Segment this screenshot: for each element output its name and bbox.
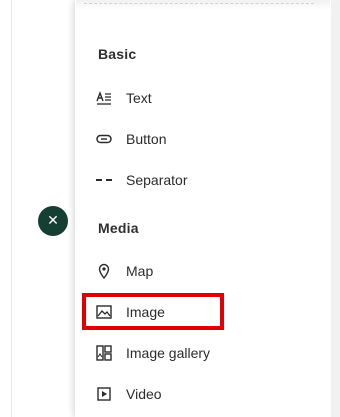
menu-item-label: Video bbox=[126, 386, 162, 402]
menu-item-separator[interactable]: Separator bbox=[96, 166, 316, 194]
image-gallery-icon bbox=[96, 345, 112, 361]
left-divider bbox=[11, 0, 12, 417]
scrollbar-track[interactable] bbox=[331, 0, 340, 417]
screenshot-stage: ✕ Basic Text Button Separator Media Map … bbox=[0, 0, 340, 417]
panel-top-edge bbox=[76, 0, 330, 10]
menu-item-label: Button bbox=[126, 131, 167, 147]
menu-item-label: Separator bbox=[126, 172, 188, 188]
menu-item-video[interactable]: Video bbox=[96, 380, 316, 408]
menu-item-map[interactable]: Map bbox=[96, 257, 316, 285]
button-icon bbox=[96, 131, 112, 147]
section-title-basic: Basic bbox=[98, 46, 137, 62]
menu-item-label: Text bbox=[126, 90, 152, 106]
highlight-box-image bbox=[82, 293, 224, 330]
close-icon: ✕ bbox=[47, 213, 59, 229]
menu-item-label: Map bbox=[126, 263, 154, 279]
separator-icon bbox=[96, 172, 112, 188]
map-pin-icon bbox=[96, 263, 112, 279]
close-button[interactable]: ✕ bbox=[38, 206, 68, 236]
text-format-icon bbox=[96, 90, 112, 106]
menu-item-label: Image gallery bbox=[126, 345, 211, 361]
menu-item-image-gallery[interactable]: Image gallery bbox=[96, 339, 316, 367]
video-play-icon bbox=[96, 386, 112, 402]
menu-item-text[interactable]: Text bbox=[96, 84, 316, 112]
section-title-media: Media bbox=[98, 220, 139, 236]
menu-item-button[interactable]: Button bbox=[96, 125, 316, 153]
